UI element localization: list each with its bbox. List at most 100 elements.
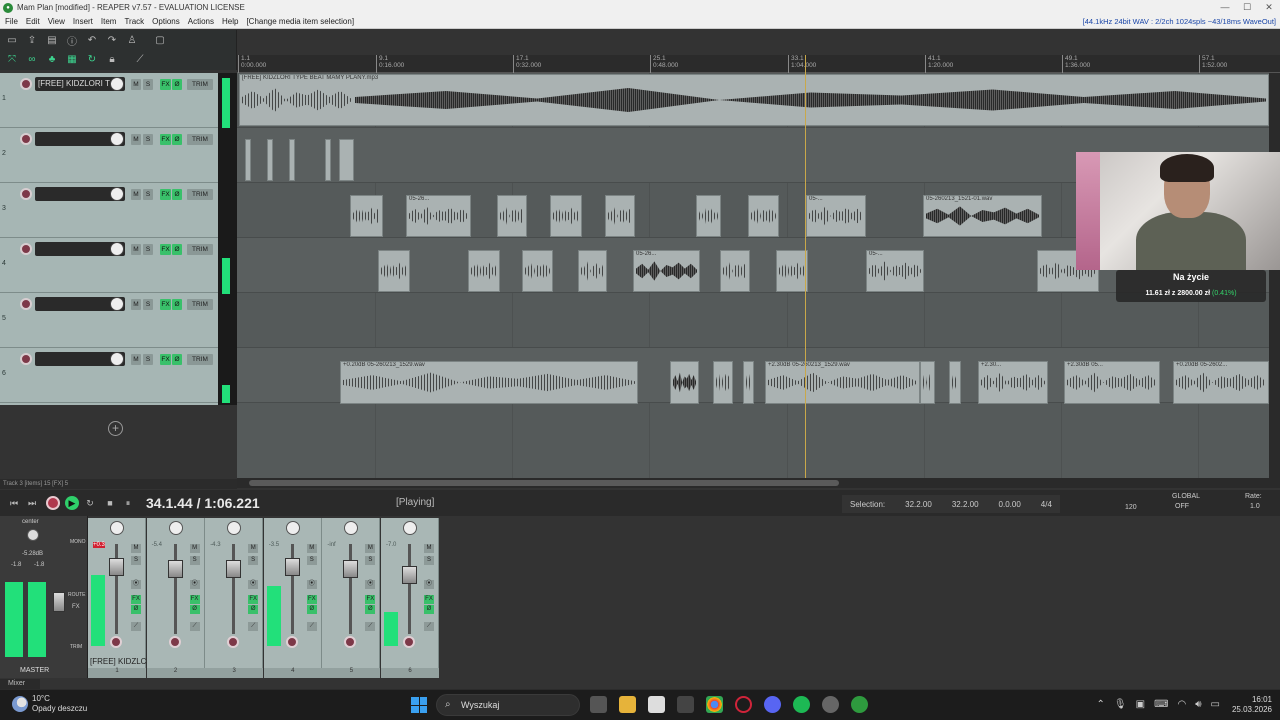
media-item[interactable]	[497, 195, 527, 237]
solo-button[interactable]: S	[189, 556, 200, 565]
automation-button[interactable]: ⟋	[189, 622, 200, 631]
send-button[interactable]: ⦿	[189, 580, 200, 589]
phase-button[interactable]: Ø	[172, 299, 182, 310]
record-arm-button[interactable]	[20, 133, 32, 145]
volume-knob[interactable]	[110, 77, 124, 91]
metronome-icon[interactable]: ♙	[124, 33, 140, 47]
volume-knob[interactable]	[110, 132, 124, 146]
automation-mode-button[interactable]: TRIM	[187, 134, 213, 145]
chrome-icon[interactable]	[706, 696, 723, 713]
media-item[interactable]	[920, 361, 935, 404]
mute-button[interactable]: M	[131, 79, 141, 90]
menu-view[interactable]: View	[43, 17, 68, 26]
bpm-display[interactable]: 120	[1125, 504, 1137, 511]
send-button[interactable]: ⦿	[365, 580, 376, 589]
track-header-3[interactable]: 3 M S FX Ø TRIM	[0, 183, 218, 238]
automation-mode-button[interactable]: TRIM	[187, 189, 213, 200]
mute-button[interactable]: M	[424, 544, 434, 553]
reaper-icon[interactable]	[851, 696, 868, 713]
mute-button[interactable]: M	[131, 299, 141, 310]
discord-icon[interactable]	[764, 696, 781, 713]
automation-button[interactable]: ⟋	[424, 622, 434, 631]
fx-button[interactable]: FX	[365, 595, 376, 604]
media-item[interactable]: +2.30dB 05...	[1064, 361, 1160, 404]
record-arm-button[interactable]	[20, 78, 32, 90]
media-item-vocal[interactable]: +0.20dB 05-260213_1529.wav	[340, 361, 638, 404]
phase-button[interactable]: Ø	[172, 244, 182, 255]
taskbar-search[interactable]: ⌕ Wyszukaj	[436, 694, 580, 716]
selection-display[interactable]: Selection: 32.2.00 32.2.00 0.0.00 4/4	[842, 495, 1060, 513]
phase-button[interactable]: Ø	[172, 354, 182, 365]
go-to-start-icon[interactable]: ⏮	[7, 496, 21, 510]
media-item[interactable]	[670, 361, 699, 404]
media-item[interactable]: +2.30...	[978, 361, 1048, 404]
pan-knob[interactable]	[227, 521, 242, 535]
master-trim-button[interactable]: TRIM	[70, 644, 82, 650]
menu-edit[interactable]: Edit	[21, 17, 43, 26]
volume-knob[interactable]	[110, 242, 124, 256]
menu-actions[interactable]: Actions	[183, 17, 217, 26]
settings-icon[interactable]	[677, 696, 694, 713]
new-project-icon[interactable]: ▭	[4, 33, 20, 47]
track-header-1[interactable]: 1 [FREE] KIDZLORI T M S FX Ø TRIM	[0, 73, 218, 128]
media-item[interactable]: +0.20dB 05-2602...	[1173, 361, 1269, 404]
volume-icon[interactable]: 🔊︎	[1195, 699, 1201, 710]
menu-help[interactable]: Help	[217, 17, 241, 26]
media-item[interactable]: 05-...	[806, 195, 866, 237]
scroll-thumb[interactable]	[249, 480, 839, 486]
media-item[interactable]	[245, 139, 251, 181]
solo-button[interactable]: S	[143, 134, 153, 145]
menu-track[interactable]: Track	[119, 17, 147, 26]
pan-knob[interactable]	[168, 521, 183, 535]
selection-length[interactable]: 0.0.00	[999, 500, 1021, 509]
fx-button[interactable]: FX	[160, 354, 171, 365]
media-item[interactable]	[325, 139, 331, 181]
redo-icon[interactable]: ↷	[104, 33, 120, 47]
solo-button[interactable]: S	[143, 189, 153, 200]
selection-start[interactable]: 32.2.00	[905, 500, 932, 509]
send-button[interactable]: ⦿	[131, 580, 141, 589]
master-strip[interactable]: center -5.28dB -1.8 -1.8 MONO ROUTE FX T…	[0, 516, 88, 678]
media-item[interactable]: 05-26...	[406, 195, 471, 237]
wifi-icon[interactable]: ◠	[1178, 699, 1187, 710]
master-mono-button[interactable]: MONO	[70, 539, 86, 545]
pan-knob[interactable]	[344, 521, 359, 535]
store-icon[interactable]	[648, 696, 665, 713]
add-track-icon[interactable]: +	[108, 421, 123, 436]
mixer-strip-3[interactable]: M S ⦿ FX Ø ⟋ -4.3 3	[205, 518, 264, 678]
fx-button[interactable]: FX	[248, 595, 259, 604]
record-arm-button[interactable]	[110, 636, 122, 648]
open-project-icon[interactable]: ⇪	[24, 33, 40, 47]
selection-end[interactable]: 32.2.00	[952, 500, 979, 509]
project-settings-icon[interactable]: ⓘ	[64, 33, 80, 48]
battery-icon[interactable]: ▭	[1211, 699, 1220, 710]
volume-fader[interactable]	[343, 560, 359, 578]
mute-button[interactable]: M	[306, 544, 317, 553]
volume-knob[interactable]	[110, 187, 124, 201]
tcp-empty-area[interactable]	[0, 405, 237, 481]
send-button[interactable]: ⦿	[424, 580, 434, 589]
master-pan-knob[interactable]	[27, 529, 39, 541]
keyboard-icon[interactable]: ⌨	[1154, 699, 1168, 710]
record-arm-button[interactable]	[20, 188, 32, 200]
send-button[interactable]: ⦿	[306, 580, 317, 589]
global-automation-label[interactable]: GLOBAL	[1172, 493, 1200, 500]
timeline-ruler[interactable]: 1.1 0:00.000 9.1 0:16.000 17.1 0:32.000 25.…	[237, 55, 1280, 73]
media-item[interactable]	[468, 250, 500, 292]
track-header-5[interactable]: 5 M S FX Ø TRIM	[0, 293, 218, 348]
media-item[interactable]	[949, 361, 961, 404]
media-item[interactable]: 05-26...	[633, 250, 700, 292]
solo-button[interactable]: S	[424, 556, 434, 565]
mute-button[interactable]: M	[248, 544, 259, 553]
pan-knob[interactable]	[285, 521, 300, 535]
fx-button[interactable]: FX	[131, 595, 141, 604]
undo-icon[interactable]: ↶	[84, 33, 100, 47]
solo-button[interactable]: S	[143, 79, 153, 90]
opera-icon[interactable]	[735, 696, 752, 713]
mixer-tab[interactable]: Mixer	[0, 679, 40, 689]
fx-button[interactable]: FX	[160, 79, 171, 90]
media-item[interactable]	[696, 195, 721, 237]
fx-button[interactable]: FX	[160, 134, 171, 145]
volume-knob[interactable]	[110, 297, 124, 311]
fx-button[interactable]: FX	[306, 595, 317, 604]
